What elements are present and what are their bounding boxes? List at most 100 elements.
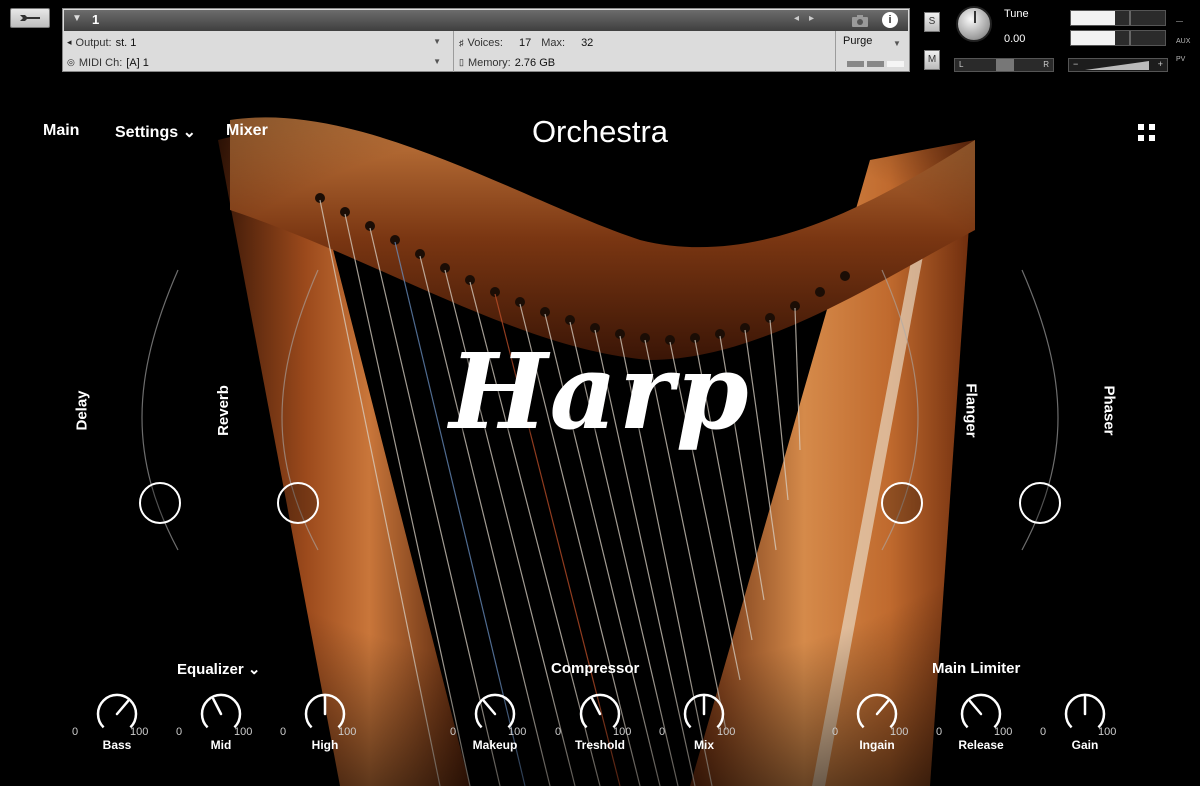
pan-handle[interactable]: [996, 59, 1014, 71]
output-selector[interactable]: ◂ Output: st. 1 ▼: [67, 33, 447, 52]
knob-max-label: 100: [234, 726, 253, 738]
reverb-knob[interactable]: [277, 482, 319, 524]
prev-next-arrows-icon[interactable]: ◂▸: [794, 13, 824, 24]
midi-channel-selector[interactable]: ◎ MIDI Ch: [A] 1 ▼: [67, 53, 447, 72]
solo-button[interactable]: S: [924, 12, 940, 32]
knob-gain[interactable]: 0 100 Gain: [1040, 692, 1130, 754]
max-label: Max:: [541, 36, 566, 49]
output-value: st. 1: [115, 36, 137, 49]
fx-label-phaser: Phaser: [1100, 385, 1118, 436]
fx-label-delay: Delay: [73, 390, 91, 431]
phaser-knob[interactable]: [1019, 482, 1061, 524]
wrench-button[interactable]: [10, 8, 50, 28]
knob-min-label: 0: [832, 726, 839, 738]
camera-icon[interactable]: [850, 13, 870, 28]
grid-menu-icon[interactable]: [1138, 124, 1156, 142]
equalizer-section-title[interactable]: Equalizer ⌄: [177, 660, 260, 678]
knob-name-label: Ingain: [859, 738, 895, 752]
midi-value: [A] 1: [126, 56, 149, 69]
level-meter-left: [1070, 10, 1166, 26]
voices-value: 17: [518, 36, 532, 49]
voices-label: Voices:: [467, 36, 503, 49]
knob-min-label: 0: [176, 726, 183, 738]
fx-label-reverb: Reverb: [214, 385, 232, 436]
knob-bass[interactable]: 0 100 Bass: [72, 692, 162, 754]
delay-knob[interactable]: [139, 482, 181, 524]
knob-mix[interactable]: 0 100 Mix: [659, 692, 749, 754]
knob-name-label: Mid: [210, 738, 232, 752]
memory-display: ▯ Memory: 2.76 GB: [459, 53, 659, 72]
tune-value[interactable]: 0.00: [1004, 33, 1025, 45]
aux-button[interactable]: AUX: [1176, 38, 1190, 45]
mute-button[interactable]: M: [924, 50, 940, 70]
knob-release[interactable]: 0 100 Release: [936, 692, 1026, 754]
memory-icon: ▯: [459, 57, 464, 67]
memory-label: Memory:: [467, 56, 511, 69]
memory-value: 2.76 GB: [514, 56, 556, 69]
volume-ramp: [1085, 61, 1149, 70]
level-meter-right: [1070, 30, 1166, 46]
knob-min-label: 0: [555, 726, 562, 738]
tune-label: Tune: [1004, 8, 1029, 20]
knob-makeup[interactable]: 0 100 Makeup: [450, 692, 540, 754]
max-value[interactable]: 32: [581, 37, 593, 49]
page-title: Orchestra: [531, 114, 669, 149]
meter-peak: [1129, 11, 1131, 25]
limiter-section-title: Main Limiter: [932, 660, 1021, 677]
knob-max-label: 100: [613, 726, 632, 738]
knob-max-label: 100: [717, 726, 736, 738]
compressor-section-title: Compressor: [551, 660, 640, 677]
divider: [453, 31, 454, 72]
knob-max-label: 100: [890, 726, 909, 738]
purge-indicator: [887, 61, 904, 67]
pan-left-label: L: [959, 60, 964, 69]
wrench-icon: [20, 15, 40, 21]
midi-icon: ◎: [67, 57, 75, 67]
pv-button[interactable]: PV: [1176, 56, 1185, 63]
output-icon: ◂: [67, 37, 72, 47]
knob-min-label: 0: [1040, 726, 1047, 738]
meter-fill: [1071, 11, 1115, 25]
knob-min-label: 0: [659, 726, 666, 738]
pan-slider[interactable]: L R: [954, 58, 1054, 72]
knob-ingain[interactable]: 0 100 Ingain: [832, 692, 922, 754]
tune-knob[interactable]: [956, 6, 992, 42]
volume-plus: +: [1157, 59, 1163, 69]
nav-mixer[interactable]: Mixer: [226, 122, 268, 140]
chevron-down-icon: ▼: [433, 57, 441, 66]
knob-treshold[interactable]: 0 100 Treshold: [555, 692, 645, 754]
fx-label-flanger: Flanger: [962, 383, 980, 438]
knob-mid[interactable]: 0 100 Mid: [176, 692, 266, 754]
knob-max-label: 100: [1098, 726, 1117, 738]
midi-label: MIDI Ch:: [78, 56, 123, 69]
minimize-icon[interactable]: —: [1176, 18, 1183, 25]
kontakt-header: ▼ 1 ◂▸ i ◂ Output: st. 1 ▼ ◎ MIDI Ch: [A…: [0, 0, 1200, 80]
instrument-header-panel: ▼ 1 ◂▸ i ◂ Output: st. 1 ▼ ◎ MIDI Ch: [A…: [62, 8, 910, 72]
purge-button[interactable]: Purge: [843, 35, 872, 47]
info-icon[interactable]: i: [882, 12, 898, 28]
meter-peak: [1129, 31, 1131, 45]
instrument-number[interactable]: 1: [92, 12, 99, 27]
pan-right-label: R: [1043, 60, 1049, 69]
knob-name-label: High: [311, 738, 339, 752]
flanger-knob[interactable]: [881, 482, 923, 524]
chevron-down-icon: ▼: [433, 37, 441, 46]
knob-max-label: 100: [130, 726, 149, 738]
knob-min-label: 0: [450, 726, 457, 738]
knob-min-label: 0: [936, 726, 943, 738]
purge-indicator: [867, 61, 884, 67]
divider: [835, 31, 836, 72]
knob-name-label: Release: [958, 738, 1004, 752]
knob-name-label: Bass: [102, 738, 132, 752]
chevron-down-icon[interactable]: ▼: [893, 39, 901, 48]
volume-slider[interactable]: − +: [1068, 58, 1168, 72]
knob-max-label: 100: [994, 726, 1013, 738]
knob-high[interactable]: 0 100 High: [280, 692, 370, 754]
volume-minus: −: [1073, 59, 1079, 69]
harp-logo: Harp: [449, 330, 751, 453]
nav-settings[interactable]: Settings ⌄: [115, 122, 196, 142]
instrument-dropdown-arrow-icon[interactable]: ▼: [72, 13, 82, 24]
knob-max-label: 100: [338, 726, 357, 738]
voices-icon: ♯: [459, 37, 464, 48]
nav-main[interactable]: Main: [43, 122, 79, 140]
